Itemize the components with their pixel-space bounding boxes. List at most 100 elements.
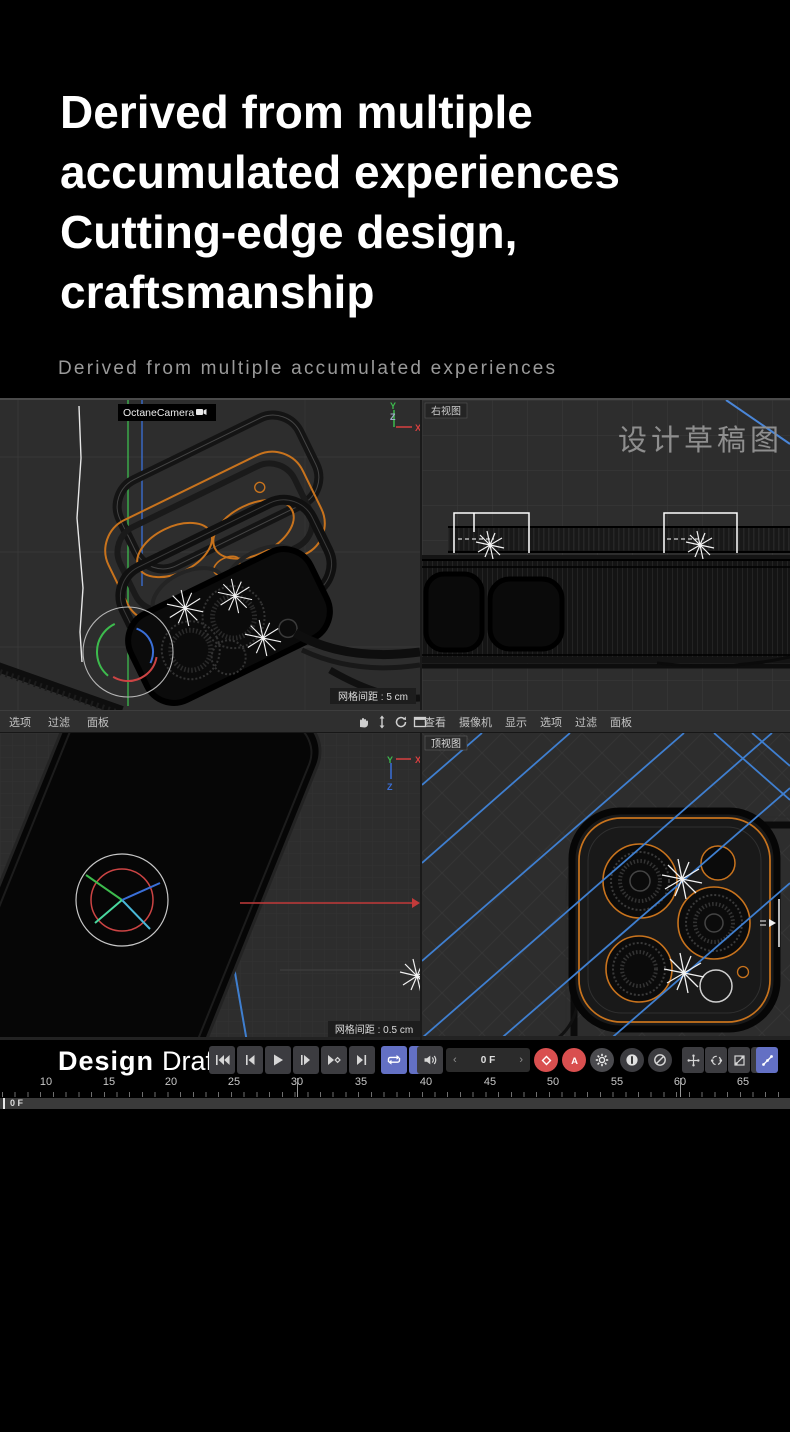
jump-end-icon: [354, 1054, 370, 1066]
camera-label: OctaneCamera: [123, 407, 194, 419]
play-button[interactable]: [265, 1046, 291, 1074]
svg-text:网格间距 : 5 cm: 网格间距 : 5 cm: [338, 690, 408, 703]
menu-item-filter[interactable]: 过滤: [48, 714, 70, 730]
grid-spacing-chip: 网格间距 : 0.5 cm: [328, 1021, 420, 1037]
view-label-chip[interactable]: 顶视图: [425, 736, 467, 750]
camera-label-chip[interactable]: OctaneCamera: [118, 404, 216, 421]
svg-text:A: A: [571, 1056, 578, 1067]
menu-item-panel[interactable]: 面板: [610, 714, 632, 730]
watermark-text: 设计草稿图: [618, 424, 783, 457]
frame-counter-value[interactable]: 0 F: [481, 1055, 495, 1066]
ruler-number: 10: [40, 1076, 52, 1088]
jump-start-button[interactable]: [209, 1046, 235, 1074]
next-frame-button[interactable]: [293, 1046, 319, 1074]
design-draft-label: DesignDraft: [58, 1046, 221, 1076]
jump-end-button[interactable]: [349, 1046, 375, 1074]
menu-item-panel[interactable]: 面板: [87, 714, 109, 730]
viewport-right-view[interactable]: 设计草稿图 右视图: [422, 400, 790, 710]
position-record-icon: [625, 1053, 639, 1067]
gear-icon: [595, 1053, 609, 1067]
view-label-chip[interactable]: 右视图: [425, 403, 467, 418]
frame-decrement-arrow[interactable]: ‹: [453, 1054, 457, 1066]
ruler-number: 20: [165, 1076, 177, 1088]
camera-icon: [196, 409, 207, 415]
scale-icon: [733, 1054, 746, 1067]
hero-title-line: Cutting-edge design,: [60, 202, 620, 262]
svg-text:Z: Z: [390, 412, 396, 422]
hero-title: Derived from multiple accumulated experi…: [60, 82, 620, 322]
record-position-button[interactable]: [620, 1048, 644, 1072]
timeline-range-bar[interactable]: 0 F: [0, 1098, 790, 1109]
hero-subtitle: Derived from multiple accumulated experi…: [58, 358, 557, 380]
record-keyframe-button[interactable]: [534, 1048, 558, 1072]
menu-item-view[interactable]: 查看: [424, 714, 446, 730]
frame-counter-field[interactable]: ‹ 0 F ›: [446, 1048, 530, 1072]
svg-text:Z: Z: [387, 782, 393, 792]
ruler-number: 50: [547, 1076, 559, 1088]
ruler-number: 45: [484, 1076, 496, 1088]
next-frame-icon: [298, 1054, 314, 1066]
svg-text:顶视图: 顶视图: [431, 737, 461, 750]
timeline-ruler[interactable]: 10 15 20 25 30 35 40 45 50 55 60 65: [0, 1076, 790, 1098]
hero-title-line: craftsmanship: [60, 262, 620, 322]
ruler-ticks: [2, 1092, 788, 1097]
autokey-letter-icon: A: [568, 1054, 581, 1067]
rotate-view-icon[interactable]: [394, 715, 408, 729]
sound-button[interactable]: [417, 1046, 443, 1074]
speaker-icon: [423, 1054, 438, 1066]
ruler-number: 40: [420, 1076, 432, 1088]
menu-item-options[interactable]: 选项: [9, 714, 31, 730]
viewport-top-view[interactable]: 顶视图: [422, 733, 790, 1042]
svg-text:网格间距 : 0.5 cm: 网格间距 : 0.5 cm: [335, 1023, 413, 1036]
key-position-button[interactable]: [682, 1047, 704, 1073]
ruler-number: 65: [737, 1076, 749, 1088]
hero-title-line: accumulated experiences: [60, 142, 620, 202]
viewport-nav-icons: [356, 715, 427, 729]
rotation-icon: [710, 1054, 723, 1067]
range-start-label: 0 F: [3, 1098, 23, 1109]
viewport-divider: [420, 733, 422, 1042]
autokey-record-button[interactable]: A: [562, 1048, 586, 1072]
prev-frame-button[interactable]: [237, 1046, 263, 1074]
viewport-front-view[interactable]: Y X Z 网格间距 : 0.5 cm: [0, 733, 420, 1042]
menu-item-filter[interactable]: 过滤: [575, 714, 597, 730]
key-rotation-button[interactable]: [705, 1047, 727, 1073]
grid-spacing-chip: 网格间距 : 5 cm: [330, 688, 416, 704]
page: Derived from multiple accumulated experi…: [0, 0, 790, 1432]
point-level-animation-icon: [761, 1054, 774, 1067]
design-word: Design: [58, 1046, 154, 1076]
hero-title-line: Derived from multiple: [60, 82, 620, 142]
keyframe-diamond-icon: [540, 1054, 553, 1067]
play-icon: [270, 1054, 286, 1066]
loop-icon: [386, 1054, 402, 1066]
record-rotation-button[interactable]: [648, 1048, 672, 1072]
keyframe-selection-button[interactable]: [590, 1048, 614, 1072]
next-key-icon: [326, 1054, 342, 1066]
svg-text:Y: Y: [390, 401, 396, 411]
viewport-perspective[interactable]: OctaneCamera Y Z X 网格间距 :: [0, 400, 420, 710]
ruler-number: 15: [103, 1076, 115, 1088]
loop-mode-button[interactable]: [381, 1046, 407, 1074]
menubar-left: 选项 过滤 面板: [9, 711, 109, 732]
viewport-menubar: 选项 过滤 面板: [0, 710, 790, 733]
menu-item-options[interactable]: 选项: [540, 714, 562, 730]
hero-section: Derived from multiple accumulated experi…: [0, 0, 790, 398]
ruler-number: 55: [611, 1076, 623, 1088]
svg-text:Y: Y: [387, 755, 393, 765]
menu-item-cameras[interactable]: 摄像机: [459, 714, 492, 730]
menubar-right: 查看 摄像机 显示 选项 过滤 面板: [424, 711, 632, 732]
menu-item-display[interactable]: 显示: [505, 714, 527, 730]
viewport-divider: [420, 400, 422, 710]
key-pla-button[interactable]: [756, 1047, 778, 1073]
frame-increment-arrow[interactable]: ›: [519, 1054, 523, 1066]
viewport-grid: OctaneCamera Y Z X 网格间距 :: [0, 398, 790, 1040]
prev-frame-icon: [242, 1054, 258, 1066]
position-icon: [687, 1054, 700, 1067]
zoom-arrows-icon[interactable]: [375, 715, 389, 729]
svg-text:右视图: 右视图: [431, 405, 461, 418]
key-scale-button[interactable]: [728, 1047, 750, 1073]
pan-hand-icon[interactable]: [356, 715, 370, 729]
phone-side-profile: [422, 526, 790, 666]
next-key-button[interactable]: [321, 1046, 347, 1074]
jump-start-icon: [214, 1054, 230, 1066]
